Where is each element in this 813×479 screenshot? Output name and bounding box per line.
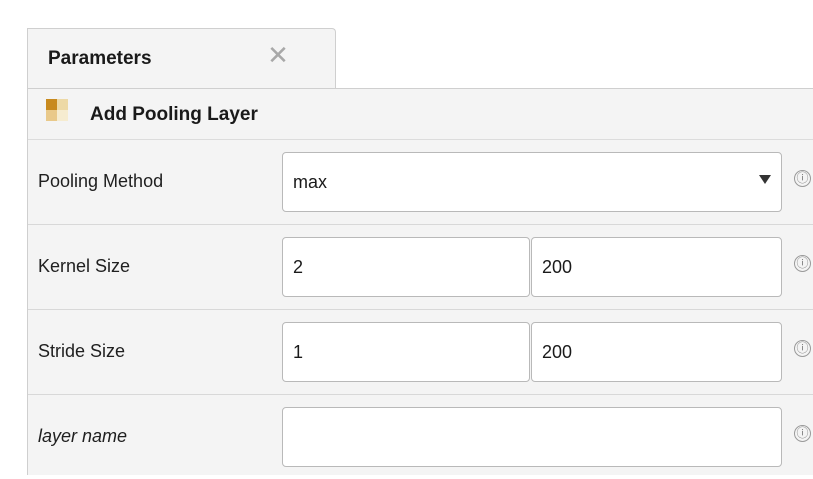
kernel-size-value-1: 2 xyxy=(293,257,304,277)
stride-size-value-1: 1 xyxy=(293,342,304,362)
chevron-down-icon xyxy=(759,175,771,184)
pooling-method-select[interactable]: max xyxy=(282,152,782,212)
stride-size-label: Stride Size xyxy=(38,341,126,361)
layer-name-label: layer name xyxy=(38,426,128,446)
tab-bar: Parameters ✕ xyxy=(28,28,813,89)
section-header: Add Pooling Layer xyxy=(28,89,813,140)
pooling-method-value: max xyxy=(293,172,328,192)
kernel-size-label: Kernel Size xyxy=(38,256,131,276)
tab-label: Parameters xyxy=(48,48,152,69)
pooling-method-label: Pooling Method xyxy=(38,171,164,191)
stride-size-input-1[interactable]: 1 xyxy=(282,322,530,382)
stride-size-row: Stride Size 1 200 ⓘ xyxy=(28,310,813,395)
pooling-layer-icon xyxy=(46,99,68,121)
close-icon[interactable]: ✕ xyxy=(266,42,290,68)
kernel-size-row: Kernel Size 2 200 ⓘ xyxy=(28,225,813,310)
info-icon[interactable]: ⓘ xyxy=(794,255,811,272)
info-icon[interactable]: ⓘ xyxy=(794,340,811,357)
pooling-method-row: Pooling Method max ⓘ xyxy=(28,140,813,225)
stride-size-input-2[interactable]: 200 xyxy=(531,322,782,382)
info-icon[interactable]: ⓘ xyxy=(794,170,811,187)
kernel-size-input-2[interactable]: 200 xyxy=(531,237,782,297)
kernel-size-value-2: 200 xyxy=(542,257,573,277)
parameters-panel: Parameters ✕ Add Pooling Layer Pooling M… xyxy=(27,28,813,475)
kernel-size-input-1[interactable]: 2 xyxy=(282,237,530,297)
layer-name-row: layer name ⓘ xyxy=(28,395,813,479)
tab-parameters[interactable]: Parameters ✕ xyxy=(28,28,336,88)
layer-name-input[interactable] xyxy=(282,407,782,467)
info-icon[interactable]: ⓘ xyxy=(794,425,811,442)
section-title: Add Pooling Layer xyxy=(90,104,258,125)
stride-size-value-2: 200 xyxy=(542,342,573,362)
